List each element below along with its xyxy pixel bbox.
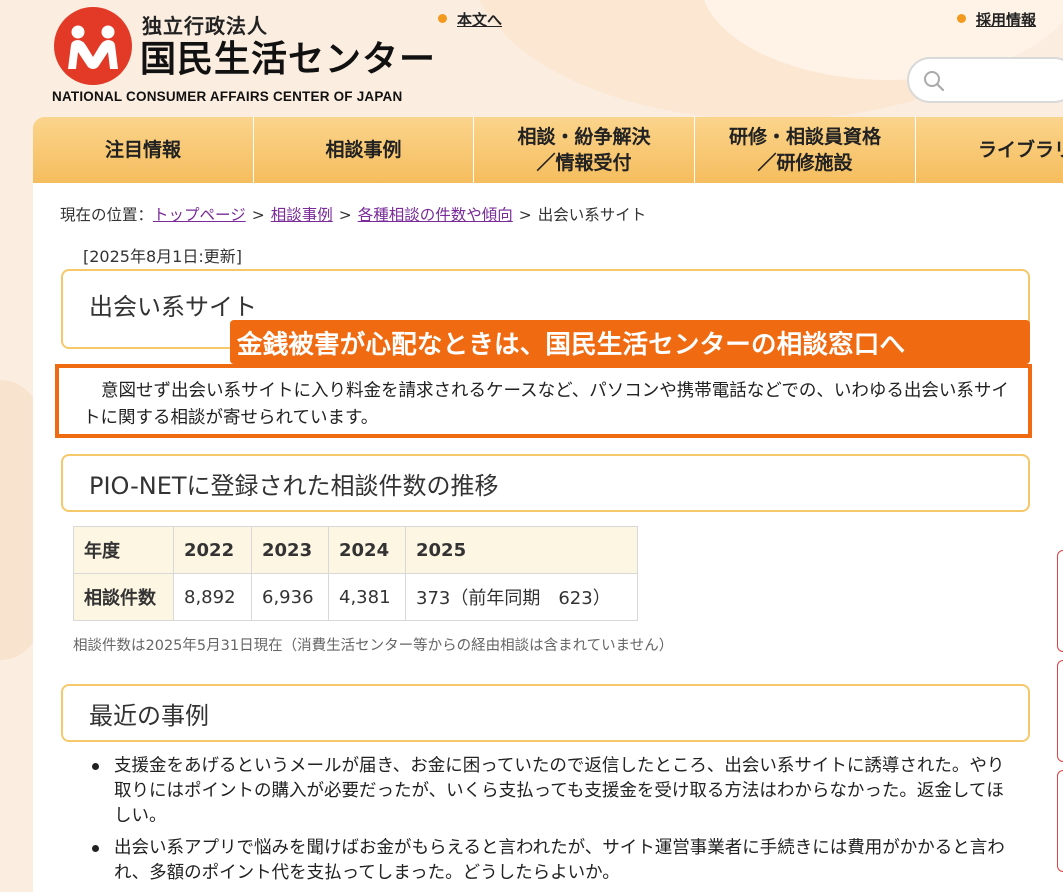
- bullet-icon: [957, 14, 966, 23]
- nav-item-consultation[interactable]: 相談・紛争解決 ／情報受付: [474, 117, 695, 183]
- stats-table: 年度 2022 2023 2024 2025 相談件数 8,892 6,936 …: [73, 526, 638, 621]
- case-list: 支援金をあげるというメールが届き、お金に困っていたので返信したところ、出会い系サ…: [90, 754, 1020, 892]
- nav-item-cases[interactable]: 相談事例: [254, 117, 474, 183]
- table-header-cell: 年度: [73, 526, 174, 574]
- breadcrumb: 現在の位置：トップページ > 相談事例 > 各種相談の件数や傾向 > 出会い系サイト: [60, 203, 646, 225]
- page-title-text: 出会い系サイト: [89, 292, 257, 321]
- section-heading-text: 最近の事例: [89, 701, 209, 730]
- stats-note: 相談件数は2025年5月31日現在（消費生活センター等からの経由相談は含まれてい…: [73, 638, 674, 654]
- nav-label: 研修・相談員資格 ／研修施設: [728, 126, 881, 174]
- logo-subtitle: 独立行政法人: [142, 14, 268, 38]
- updated-date: [2025年8月1日:更新]: [83, 247, 242, 266]
- table-row-header: 相談件数: [73, 573, 174, 621]
- list-item: 出会い系アプリで悩みを聞けばお金がもらえると言われたが、サイト運営事業者に手続き…: [90, 836, 1020, 886]
- table-cell: 6,936: [251, 573, 329, 621]
- section-heading-stats: PIO-NETに登録された相談件数の推移: [61, 454, 1030, 512]
- side-tab[interactable]: [1057, 660, 1063, 762]
- table-header-cell: 2023: [251, 526, 329, 574]
- breadcrumb-prefix: 現在の位置：: [60, 206, 154, 224]
- logo-title[interactable]: 国民生活センター: [140, 38, 436, 82]
- logo-english: NATIONAL CONSUMER AFFAIRS CENTER OF JAPA…: [52, 89, 403, 104]
- breadcrumb-link-trends[interactable]: 各種相談の件数や傾向: [358, 206, 513, 224]
- global-nav: 注目情報 相談事例 相談・紛争解決 ／情報受付 研修・相談員資格 ／研修施設 ラ…: [33, 117, 1063, 183]
- table-cell: 373（前年同期 623）: [405, 573, 638, 621]
- nav-label: 相談事例: [325, 139, 402, 161]
- breadcrumb-separator: >: [518, 206, 532, 224]
- side-tab[interactable]: [1057, 550, 1063, 652]
- bullet-icon: [438, 14, 447, 23]
- nav-label: 注目情報: [104, 139, 181, 161]
- list-item: 支援金をあげるというメールが届き、お金に困っていたので返信したところ、出会い系サ…: [90, 754, 1020, 829]
- nav-item-training[interactable]: 研修・相談員資格 ／研修施設: [695, 117, 916, 183]
- nav-label: 相談・紛争解決 ／情報受付: [517, 126, 651, 174]
- logo-icon[interactable]: [54, 7, 132, 85]
- table-header-row: 年度 2022 2023 2024 2025: [73, 526, 638, 574]
- table-cell: 4,381: [328, 573, 406, 621]
- breadcrumb-link-cases[interactable]: 相談事例: [271, 206, 333, 224]
- side-tab[interactable]: [1057, 770, 1063, 872]
- table-header-cell: 2025: [405, 526, 638, 574]
- table-header-cell: 2022: [173, 526, 252, 574]
- nav-item-featured[interactable]: 注目情報: [33, 117, 254, 183]
- table-header-cell: 2024: [328, 526, 406, 574]
- section-heading-recent: 最近の事例: [61, 684, 1030, 742]
- intro-text: 意図せず出会い系サイトに入り料金を請求されるケースなど、パソコンや携帯電話などで…: [55, 364, 1032, 438]
- search-icon: [924, 71, 945, 92]
- consultation-banner[interactable]: 金銭被害が心配なときは、国民生活センターの相談窓口へ: [230, 320, 1030, 364]
- breadcrumb-link-top[interactable]: トップページ: [153, 206, 246, 224]
- nav-label: ライブラリ: [978, 139, 1063, 161]
- table-cell: 8,892: [173, 573, 252, 621]
- breadcrumb-separator: >: [338, 206, 352, 224]
- recruit-label: 採用情報: [976, 11, 1037, 29]
- skip-to-main-label: 本文へ: [457, 11, 503, 29]
- table-row: 相談件数 8,892 6,936 4,381 373（前年同期 623）: [73, 573, 638, 621]
- search-input[interactable]: [907, 57, 1063, 103]
- nav-item-library[interactable]: ライブラリ: [916, 117, 1063, 183]
- breadcrumb-current: 出会い系サイト: [537, 206, 647, 224]
- breadcrumb-separator: >: [251, 206, 265, 224]
- recruit-link[interactable]: 採用情報: [957, 9, 1036, 30]
- section-heading-text: PIO-NETに登録された相談件数の推移: [89, 471, 499, 500]
- skip-to-main-link[interactable]: 本文へ: [438, 9, 502, 30]
